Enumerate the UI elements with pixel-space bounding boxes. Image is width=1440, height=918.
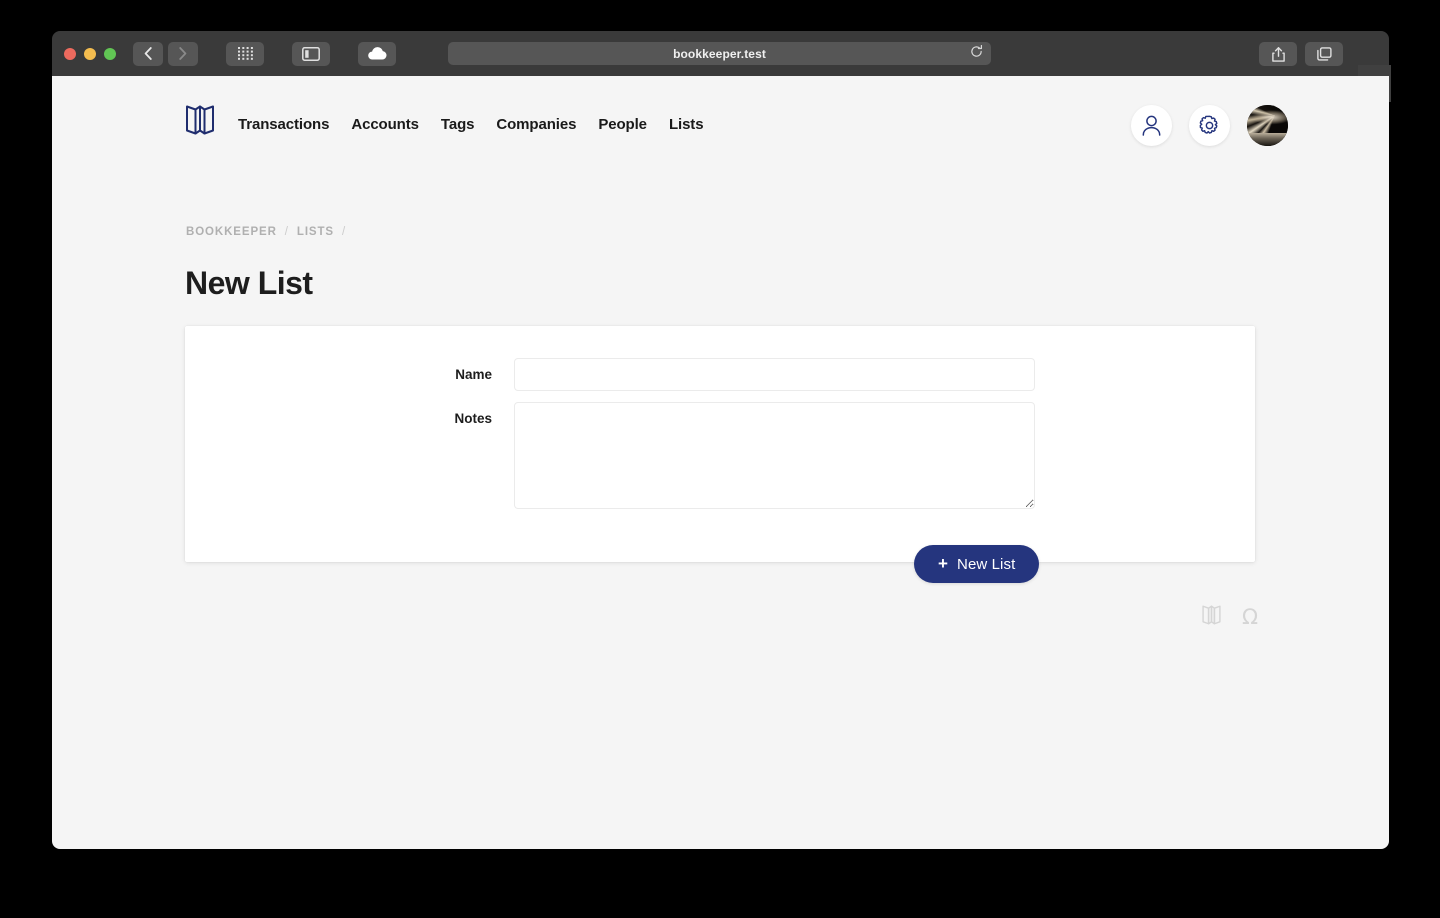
window-traffic-lights [64,47,116,60]
name-label: Name [455,367,492,382]
forward-button[interactable] [168,41,198,66]
icloud-tabs-button[interactable] [358,41,396,66]
breadcrumb-separator-1: / [284,226,289,238]
form-row-notes: Notes [404,402,1035,509]
nav-link-transactions[interactable]: Transactions [238,116,329,133]
browser-window: bookkeeper.test Transactions Accounts Ta… [52,31,1391,849]
footer-book-icon[interactable] [1201,604,1222,631]
sidebar-toggle-button[interactable] [292,41,330,66]
avatar[interactable] [1247,105,1288,146]
page-title: New List [185,265,313,302]
person-icon [1142,115,1161,136]
chevron-left-icon [144,47,152,60]
open-book-icon [1202,605,1221,625]
tab-switcher-button[interactable] [1305,42,1343,66]
breadcrumb-item-lists[interactable]: LISTS [297,226,334,238]
form-row-name: Name [404,358,1035,391]
plus-icon: + [938,554,949,573]
settings-button[interactable] [1189,105,1230,146]
nav-link-accounts[interactable]: Accounts [351,116,419,133]
page-viewport: Transactions Accounts Tags Companies Peo… [52,76,1389,849]
account-button[interactable] [1131,105,1172,146]
cloud-icon [368,47,387,60]
url-text: bookkeeper.test [673,46,766,61]
browser-toolbar: bookkeeper.test [52,31,1391,102]
nav-link-lists[interactable]: Lists [669,116,704,133]
logo-link[interactable] [185,103,215,142]
sidebar-icon [302,46,320,61]
view-buttons [226,41,264,66]
grid-icon [237,47,253,60]
share-button[interactable] [1259,42,1297,66]
form-card: Name Notes [185,326,1255,562]
toolbar-right-buttons [1259,42,1343,66]
icloud-buttons [358,41,396,66]
share-icon [1271,46,1285,62]
tab-overview-button[interactable] [226,41,264,66]
new-list-submit-button[interactable]: + New List [914,545,1040,583]
nav-link-people[interactable]: People [598,116,647,133]
new-list-submit-label: New List [957,555,1016,573]
address-bar[interactable]: bookkeeper.test [448,42,991,65]
notes-label: Notes [454,411,492,426]
nav-link-companies[interactable]: Companies [496,116,576,133]
breadcrumb-separator-2: / [342,226,347,238]
maximize-window-button[interactable] [104,47,116,60]
open-book-icon [186,105,214,135]
app-navbar: Transactions Accounts Tags Companies Peo… [52,76,1389,186]
name-input[interactable] [514,358,1035,391]
reload-button[interactable] [970,44,983,63]
reload-icon [971,44,983,57]
footer-icons: Ω [1201,604,1258,631]
navigation-buttons [133,41,198,66]
chevron-right-icon [179,47,187,60]
breadcrumb: BOOKKEEPER / LISTS / [186,226,346,238]
copy-tabs-icon [1316,47,1332,61]
back-button[interactable] [133,41,163,66]
gear-icon [1199,115,1218,134]
sidebar-buttons [292,41,330,66]
avatar-image-foreground [1247,133,1288,146]
nav-links: Transactions Accounts Tags Companies Peo… [238,116,725,133]
close-window-button[interactable] [64,47,76,60]
notes-textarea[interactable] [514,402,1035,509]
minimize-window-button[interactable] [84,47,96,60]
nav-link-tags[interactable]: Tags [441,116,475,133]
nav-right-actions [1131,105,1288,146]
breadcrumb-item-bookkeeper[interactable]: BOOKKEEPER [186,226,277,238]
footer-omega-icon[interactable]: Ω [1242,607,1258,628]
